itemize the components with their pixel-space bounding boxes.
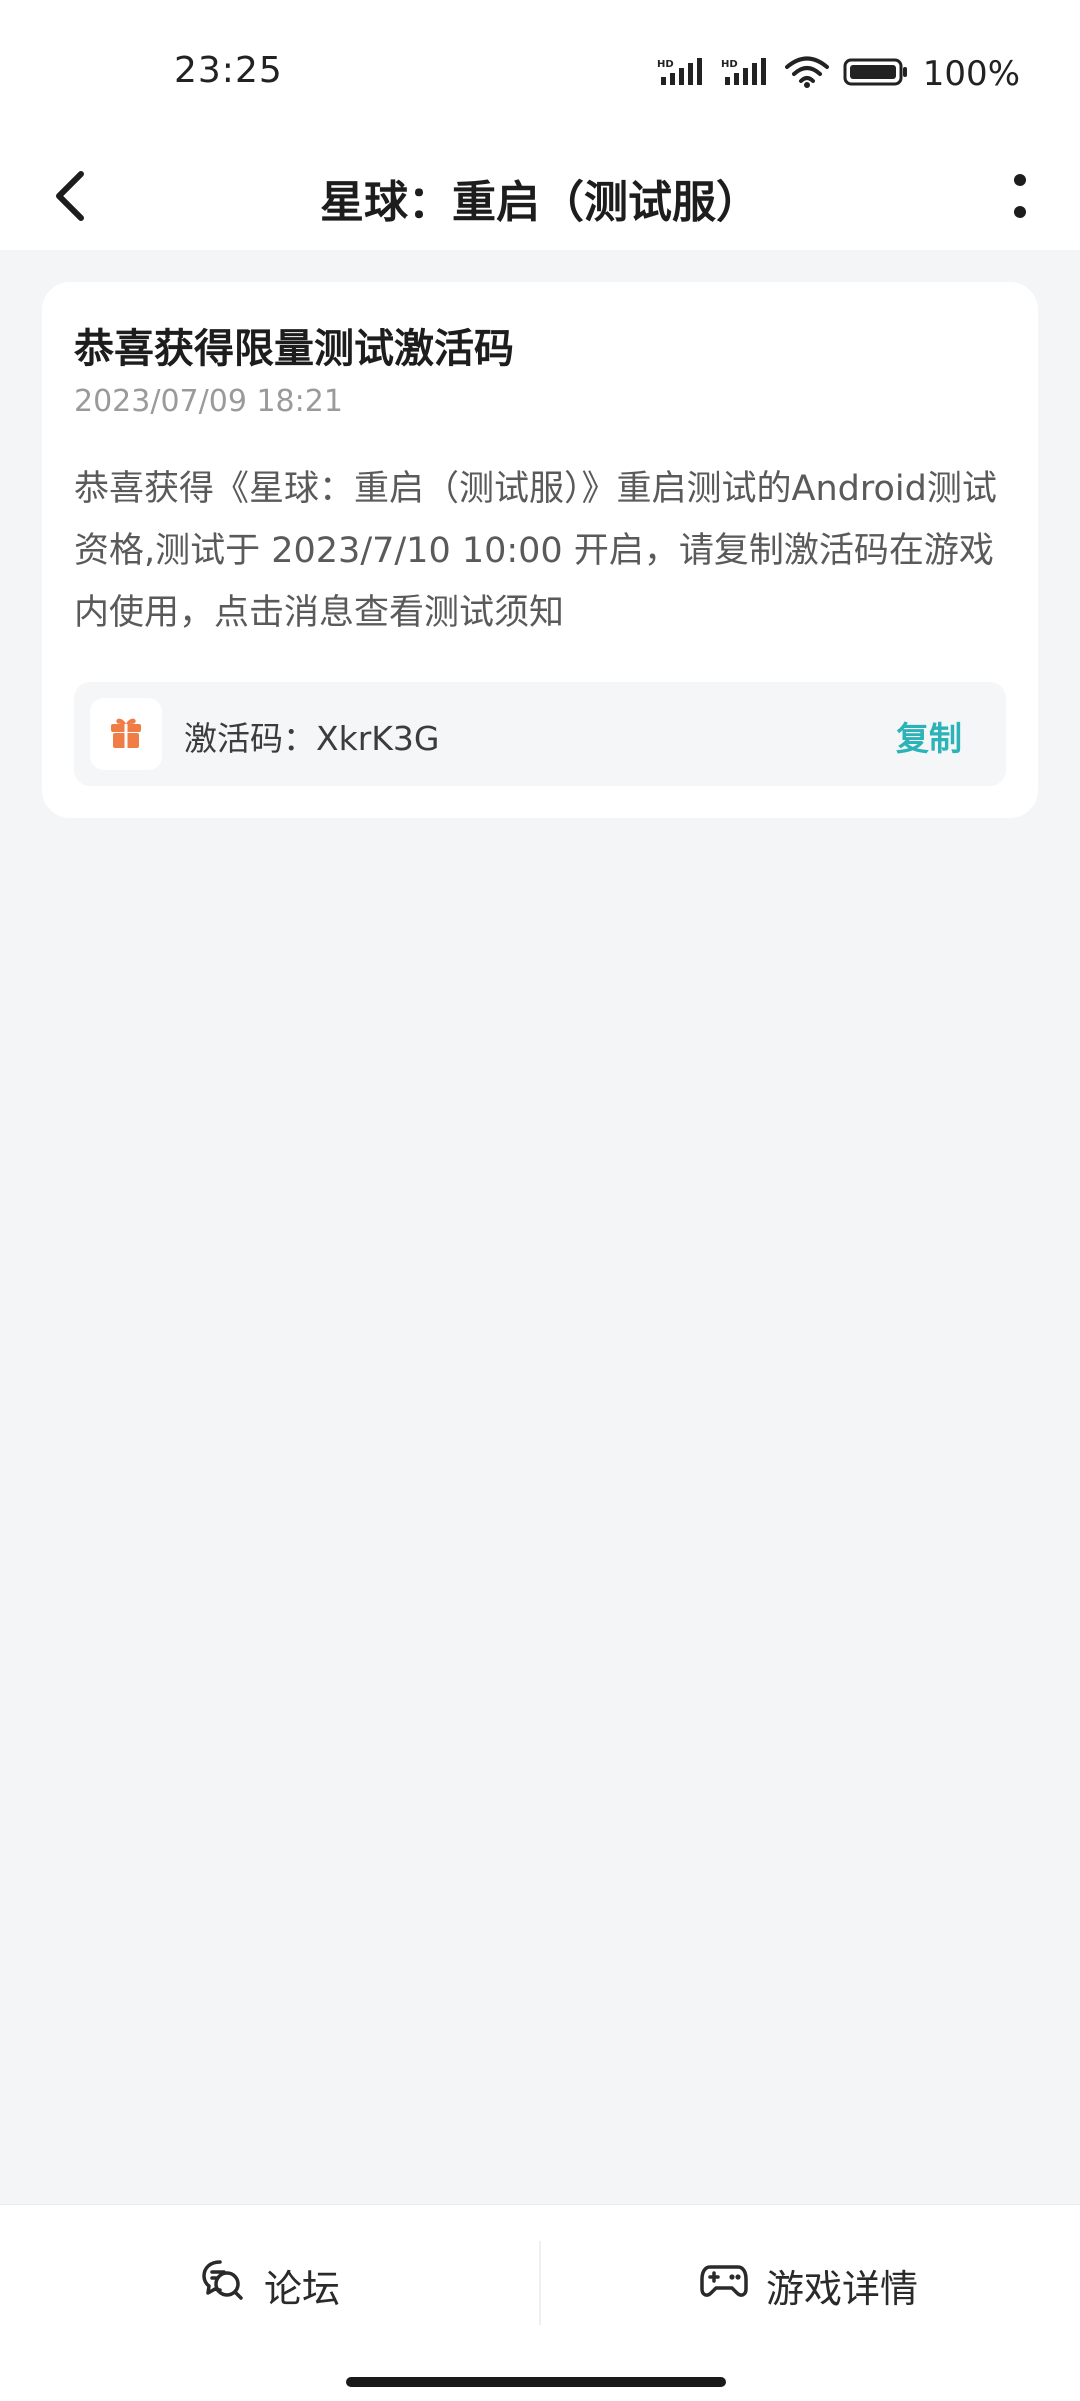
hd-signal-icon: HD [721, 57, 771, 91]
status-bar: 23:25 HD HD 100% [0, 0, 1080, 140]
game-details-tab[interactable]: 游戏详情 [700, 2255, 918, 2315]
activation-code-row: 激活码：XkrK3G 复制 [74, 682, 1006, 786]
more-vertical-icon [1013, 173, 1027, 223]
message-timestamp: 2023/07/09 18:21 [74, 384, 343, 419]
app-bar: 星球：重启（测试服） [0, 140, 1080, 250]
message-title: 恭喜获得限量测试激活码 [74, 326, 514, 372]
svg-text:HD: HD [657, 59, 674, 70]
activation-code-text: 激活码：XkrK3G [184, 719, 440, 758]
bottom-bar: 论坛 游戏详情 [0, 2204, 1080, 2401]
gift-icon-container [90, 698, 162, 770]
message-card[interactable]: 恭喜获得限量测试激活码 2023/07/09 18:21 恭喜获得《星球：重启（… [42, 282, 1038, 818]
gift-icon [108, 714, 144, 754]
forum-tab[interactable]: 论坛 [200, 2255, 340, 2315]
gamepad-icon [700, 2261, 748, 2310]
wifi-icon [784, 56, 829, 92]
game-details-label: 游戏详情 [766, 2266, 919, 2311]
message-body: 恭喜获得《星球：重启（测试服）》重启测试的Android测试资格,测试于 202… [74, 469, 997, 633]
svg-text:HD: HD [721, 59, 738, 70]
forum-icon [200, 2258, 246, 2313]
hd-signal-icon: HD [657, 57, 707, 91]
status-icons: HD HD 100% [657, 54, 1020, 94]
status-time: 23:25 [174, 50, 283, 91]
battery-percentage: 100% [922, 54, 1020, 94]
copy-button[interactable]: 复制 [896, 712, 962, 760]
page-title: 星球：重启（测试服） [320, 177, 760, 228]
home-indicator[interactable] [346, 2377, 726, 2387]
battery-icon [843, 56, 909, 92]
bottom-divider [539, 2241, 541, 2325]
more-button[interactable] [980, 158, 1060, 238]
chevron-left-icon [53, 170, 87, 226]
forum-label: 论坛 [264, 2266, 341, 2311]
back-button[interactable] [30, 158, 110, 238]
